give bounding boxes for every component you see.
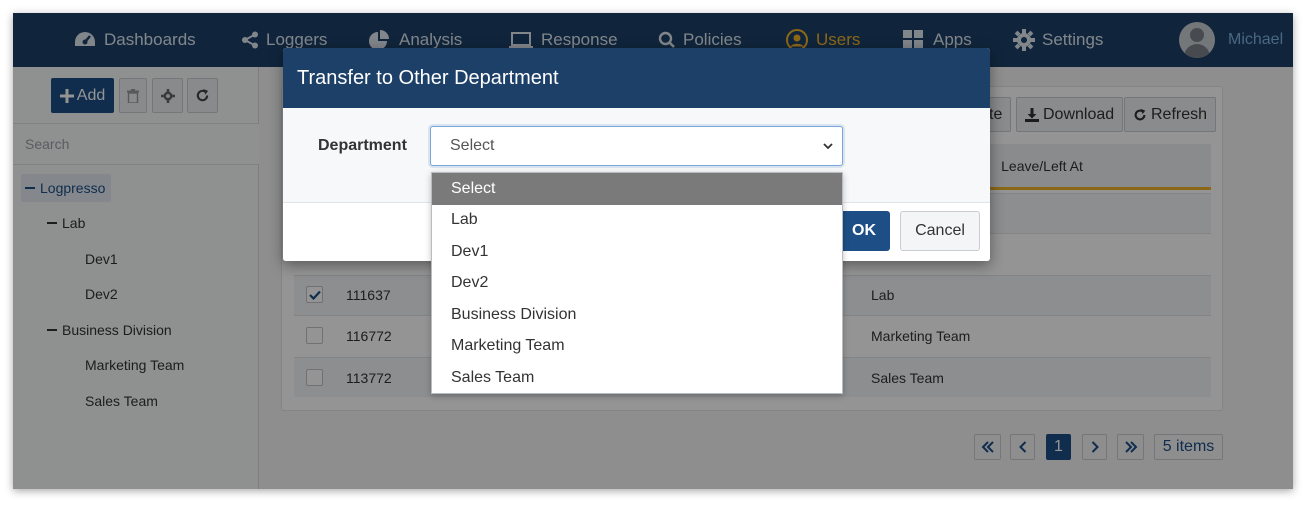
chevron-down-icon xyxy=(823,143,833,150)
dropdown-option-dev1[interactable]: Dev1 xyxy=(432,236,842,268)
department-select[interactable]: Select xyxy=(430,126,843,166)
dialog-title: Transfer to Other Department xyxy=(283,48,990,108)
dropdown-option-marketing[interactable]: Marketing Team xyxy=(432,331,842,363)
dropdown-option-select[interactable]: Select xyxy=(432,173,842,205)
dropdown-option-lab[interactable]: Lab xyxy=(432,205,842,237)
select-value: Select xyxy=(450,137,495,154)
dropdown-option-sales[interactable]: Sales Team xyxy=(432,362,842,394)
dropdown-option-business[interactable]: Business Division xyxy=(432,299,842,331)
ok-button[interactable]: OK xyxy=(838,211,890,251)
cancel-button[interactable]: Cancel xyxy=(900,211,980,251)
department-label: Department xyxy=(318,137,407,154)
dropdown-option-dev2[interactable]: Dev2 xyxy=(432,268,842,300)
department-dropdown: Select Lab Dev1 Dev2 Business Division M… xyxy=(431,172,843,394)
